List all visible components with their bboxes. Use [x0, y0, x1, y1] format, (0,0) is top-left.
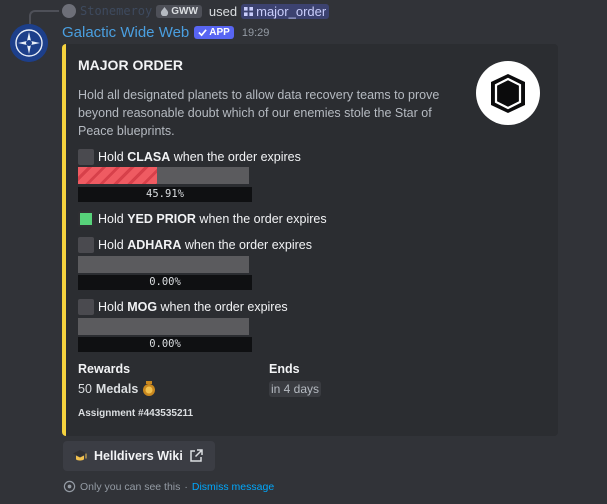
guild-tag[interactable]: GWW — [156, 4, 202, 18]
ephemeral-text: Only you can see this — [80, 480, 181, 493]
slash-command-icon — [244, 6, 254, 16]
objective-status-icon — [78, 237, 94, 253]
medal-icon — [143, 381, 156, 396]
rewards-label: Rewards — [78, 362, 131, 376]
verified-check-icon — [198, 29, 207, 37]
objective-row: Hold MOG when the order expires — [78, 299, 288, 315]
objective-progress-bar — [78, 167, 249, 184]
external-link-icon — [190, 449, 203, 462]
timestamp[interactable]: 19:29 — [242, 27, 270, 39]
helldivers-wiki-button[interactable]: Helldivers Wiki — [63, 441, 215, 471]
message-header: Galactic Wide Web APP 19:29 — [62, 24, 269, 41]
ends-label: Ends — [269, 362, 300, 376]
app-tag-text: APP — [209, 27, 230, 38]
objective-text: Hold YED PRIOR when the order expires — [98, 212, 327, 226]
objective-row: Hold YED PRIOR when the order expires — [78, 211, 327, 227]
command-name: major_order — [256, 3, 327, 19]
graduation-cap-icon — [73, 450, 87, 461]
embed-footer: Assignment #443535211 — [78, 408, 194, 419]
objective-progress-bar — [78, 318, 249, 335]
guild-tag-icon — [161, 6, 169, 16]
objective-progress-label: 0.00% — [78, 337, 252, 352]
app-tag: APP — [194, 26, 234, 39]
command-mention[interactable]: major_order — [241, 3, 330, 19]
objective-text: Hold MOG when the order expires — [98, 300, 288, 314]
objective-row: Hold CLASA when the order expires — [78, 149, 301, 165]
embed-description: Hold all designated planets to allow dat… — [78, 88, 440, 138]
wiki-button-label: Helldivers Wiki — [94, 449, 183, 463]
ephemeral-separator: · — [184, 480, 188, 493]
rewards-value: 50 Medals — [78, 381, 156, 397]
galactic-emblem-icon — [10, 24, 48, 62]
ephemeral-notice: Only you can see this · Dismiss message — [63, 480, 274, 493]
embed-title: MAJOR ORDER — [78, 57, 184, 73]
shield-icon — [491, 74, 525, 113]
embed-thumbnail[interactable] — [476, 61, 540, 125]
objective-status-icon — [78, 299, 94, 315]
guild-tag-text: GWW — [171, 5, 198, 17]
objective-text: Hold CLASA when the order expires — [98, 150, 301, 164]
objective-status-icon — [78, 149, 94, 165]
reply-connector — [29, 10, 59, 24]
ends-timestamp[interactable]: in 4 days — [269, 381, 322, 397]
progress-fill — [78, 167, 157, 184]
bot-avatar[interactable] — [10, 24, 48, 62]
reply-context: Stonemeroy GWW used major_order — [62, 2, 330, 20]
objective-progress-label: 0.00% — [78, 275, 252, 290]
rewards-amount: 50 — [78, 382, 92, 396]
bot-name[interactable]: Galactic Wide Web — [62, 24, 189, 41]
objective-row: Hold ADHARA when the order expires — [78, 237, 312, 253]
rewards-item: Medals — [95, 382, 139, 396]
objective-progress-bar — [78, 256, 249, 273]
ends-value[interactable]: in 4 days — [269, 381, 322, 397]
user-avatar[interactable] — [62, 4, 76, 18]
eye-icon — [63, 480, 76, 493]
objective-text: Hold ADHARA when the order expires — [98, 238, 312, 252]
major-order-embed: MAJOR ORDER Hold all designated planets … — [62, 44, 558, 436]
reply-username[interactable]: Stonemeroy — [80, 4, 152, 18]
objective-complete-icon — [78, 211, 94, 227]
used-text: used — [208, 3, 238, 19]
dismiss-message-link[interactable]: Dismiss message — [192, 481, 274, 493]
objective-progress-label: 45.91% — [78, 187, 252, 202]
